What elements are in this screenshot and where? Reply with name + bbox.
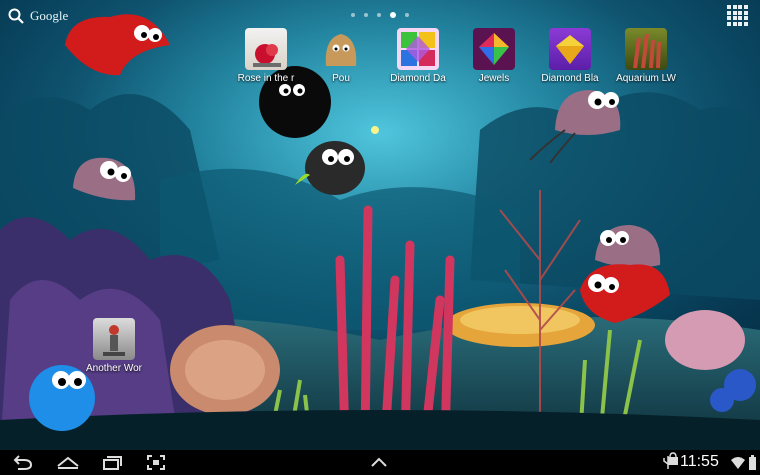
app-shortcut-aquarium-lw[interactable]: Aquarium LW <box>606 28 686 84</box>
recent-apps-icon[interactable] <box>101 454 123 471</box>
page-dot <box>351 13 355 17</box>
app-label: Diamond Da <box>390 73 446 84</box>
battery-icon <box>749 455 756 470</box>
page-indicator <box>351 12 409 18</box>
jellyfish-creature-right <box>525 85 630 170</box>
jewels-app-icon <box>473 28 515 70</box>
app-shortcut-rose[interactable]: Rose in the r <box>226 28 306 84</box>
red-blob-creature-top <box>60 5 180 85</box>
system-navigation-bar: 11:55 <box>0 450 760 475</box>
diamond-blast-app-icon <box>549 28 591 70</box>
page-dot <box>364 13 368 17</box>
app-shortcut-pou[interactable]: Pou <box>301 28 381 84</box>
app-label: Another Wor <box>86 363 142 374</box>
back-icon[interactable] <box>12 454 34 471</box>
app-label: Rose in the r <box>237 73 295 84</box>
home-icon[interactable] <box>55 454 81 471</box>
screenshot-icon[interactable] <box>146 454 166 471</box>
aquarium-lw-app-icon <box>625 28 667 70</box>
diamond-dash-app-icon <box>397 28 439 70</box>
google-search-bar[interactable]: Google <box>8 5 68 27</box>
page-dot <box>405 13 409 17</box>
page-dot-active <box>390 12 396 18</box>
wifi-icon <box>731 457 745 469</box>
another-world-app-icon <box>93 318 135 360</box>
shopping-bag-icon <box>668 452 678 465</box>
jellyfish-creature-left <box>65 150 140 220</box>
search-icon <box>8 8 24 24</box>
apps-grid-icon[interactable] <box>727 5 748 26</box>
rose-app-icon <box>245 28 287 70</box>
app-label: Diamond Bla <box>541 73 599 84</box>
search-label: Google <box>30 8 69 23</box>
app-shortcut-diamond-blast[interactable]: Diamond Bla <box>530 28 610 84</box>
app-shortcut-jewels[interactable]: Jewels <box>454 28 534 84</box>
app-shortcut-another-world[interactable]: Another Wor <box>74 318 154 374</box>
page-dot <box>377 13 381 17</box>
pou-app-icon <box>320 28 362 70</box>
app-label: Pou <box>332 73 350 84</box>
app-label: Jewels <box>478 73 510 84</box>
app-shortcut-diamond-dash[interactable]: Diamond Da <box>378 28 458 84</box>
app-label: Aquarium LW <box>616 73 676 84</box>
clock: 11:55 <box>680 453 719 470</box>
anglerfish-creature <box>290 125 380 210</box>
red-blob-creature-right <box>575 255 675 335</box>
chevron-up-icon[interactable] <box>369 454 389 471</box>
